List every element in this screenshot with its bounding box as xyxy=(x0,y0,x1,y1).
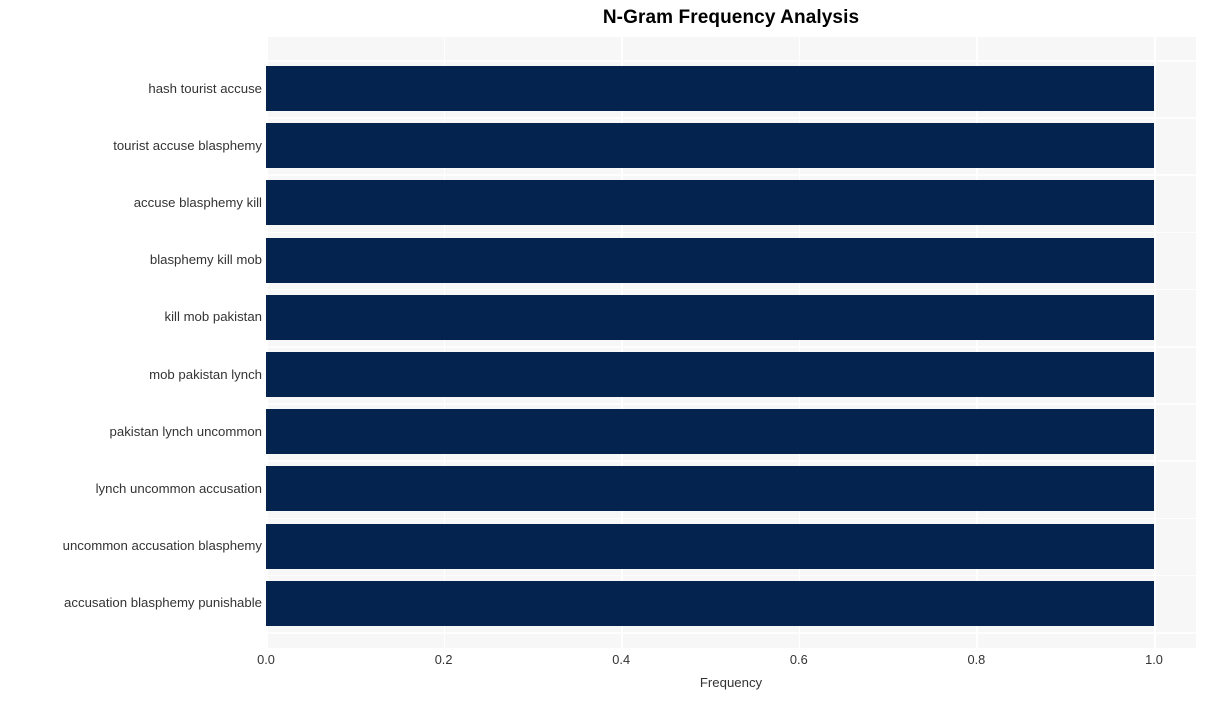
x-axis-tick-label: 1.0 xyxy=(1145,652,1163,667)
x-axis-tick-label: 0.2 xyxy=(434,652,453,667)
y-axis-labels: hash tourist accuse tourist accuse blasph… xyxy=(0,37,262,648)
plot-area xyxy=(266,37,1196,648)
bar[interactable] xyxy=(266,523,1154,569)
horizontal-gridline xyxy=(266,346,1196,348)
chart-title: N-Gram Frequency Analysis xyxy=(602,7,860,28)
horizontal-gridline xyxy=(266,517,1196,520)
y-axis-tick-label: lynch uncommon accusation xyxy=(95,480,262,496)
x-axis-label: Frequency xyxy=(699,675,763,690)
horizontal-gridline xyxy=(266,632,1196,634)
bar[interactable] xyxy=(266,294,1154,340)
horizontal-gridline xyxy=(266,60,1196,62)
y-axis-tick-label: uncommon accusation blasphemy xyxy=(62,538,262,554)
ngram-frequency-chart: N-Gram Frequency Analysis hash tourist a… xyxy=(0,0,1206,701)
x-axis-tick-label: 0.0 xyxy=(257,652,275,667)
y-axis-tick-label: blasphemy kill mob xyxy=(149,252,262,268)
horizontal-gridline xyxy=(266,174,1196,176)
horizontal-gridline xyxy=(266,231,1196,234)
y-axis-tick-label: accuse blasphemy kill xyxy=(133,194,262,210)
horizontal-gridline xyxy=(266,460,1196,462)
y-axis-tick-label: mob pakistan lynch xyxy=(149,366,262,382)
bar[interactable] xyxy=(266,466,1154,512)
y-axis-tick-label: pakistan lynch uncommon xyxy=(109,423,262,439)
x-axis-tick-label: 0.8 xyxy=(967,652,986,667)
vertical-gridline xyxy=(1154,37,1156,648)
y-axis-tick-label: kill mob pakistan xyxy=(164,309,262,325)
horizontal-gridline xyxy=(266,403,1196,405)
bar[interactable] xyxy=(266,237,1154,283)
bar[interactable] xyxy=(266,352,1154,397)
bar[interactable] xyxy=(266,580,1154,626)
bar[interactable] xyxy=(266,123,1154,169)
y-axis-tick-label: accusation blasphemy punishable xyxy=(64,595,262,611)
horizontal-gridline xyxy=(266,117,1196,119)
horizontal-gridline xyxy=(266,574,1196,577)
y-axis-tick-label: tourist accuse blasphemy xyxy=(113,137,262,153)
horizontal-gridline xyxy=(266,288,1196,291)
bar[interactable] xyxy=(266,180,1154,226)
x-axis-tick-label: 0.4 xyxy=(612,652,631,667)
bar[interactable] xyxy=(266,66,1154,111)
bar[interactable] xyxy=(266,409,1154,455)
y-axis-tick-label: hash tourist accuse xyxy=(148,80,262,96)
x-axis-tick-label: 0.6 xyxy=(789,652,808,667)
